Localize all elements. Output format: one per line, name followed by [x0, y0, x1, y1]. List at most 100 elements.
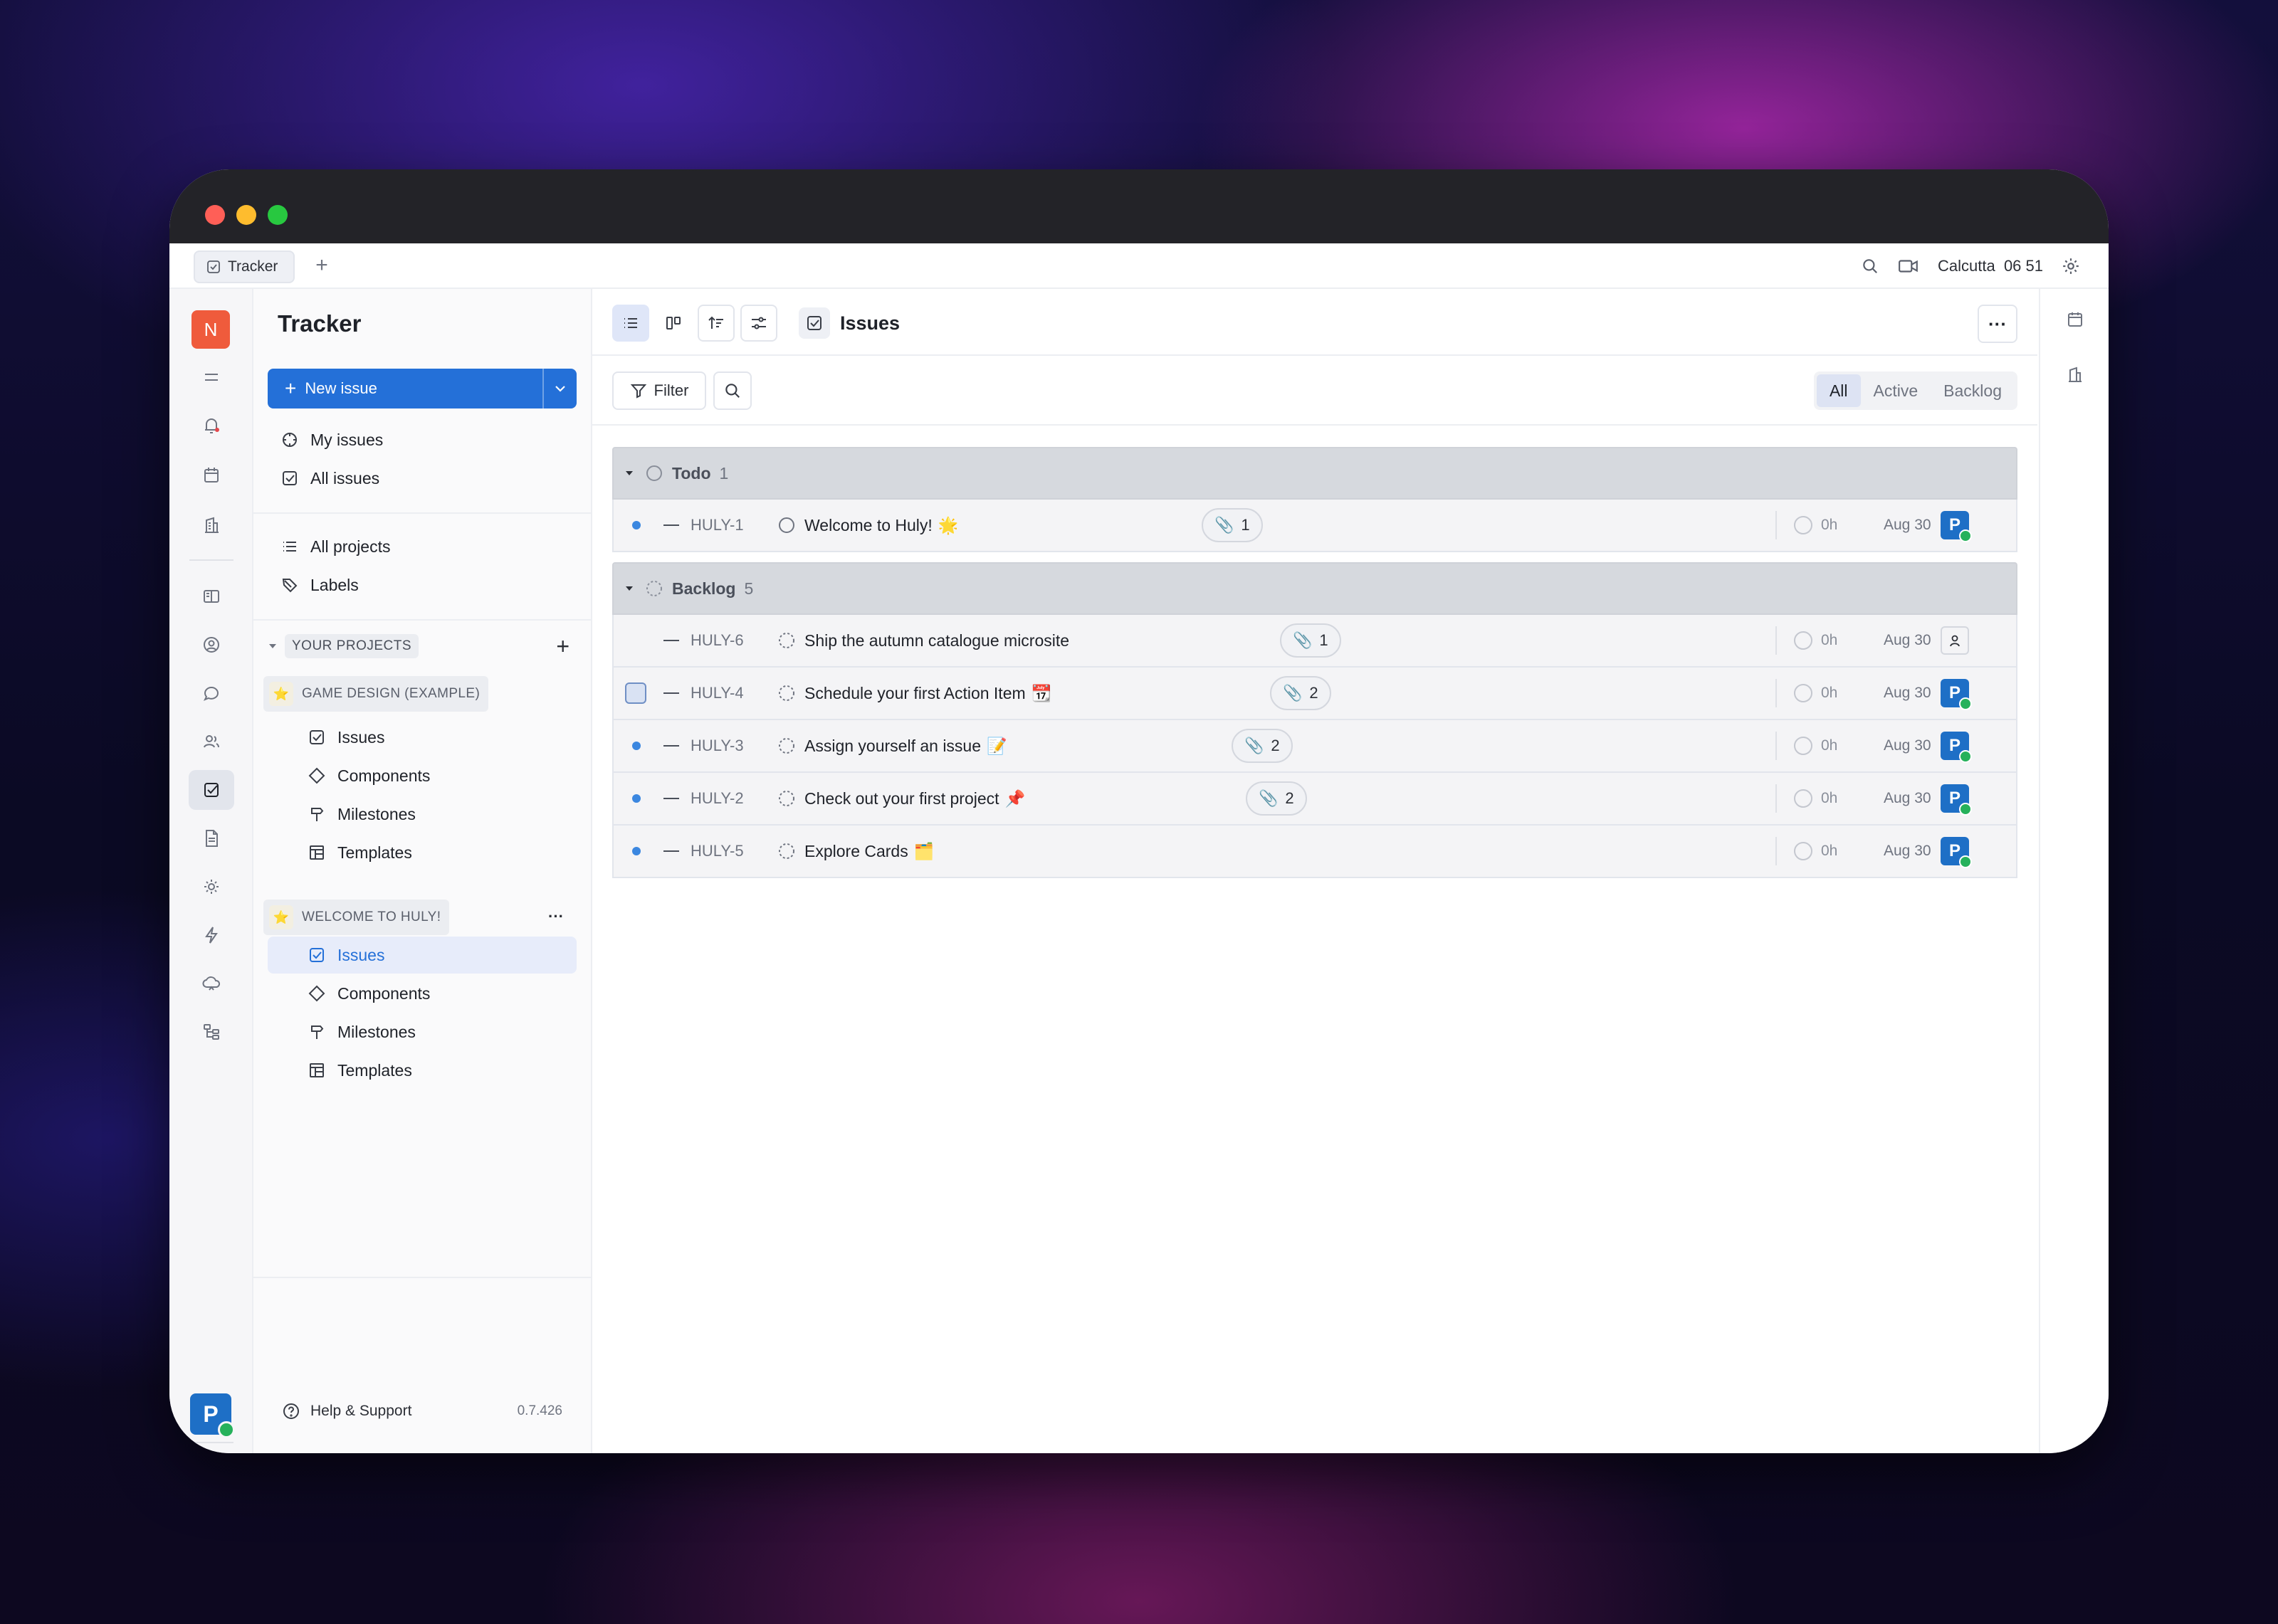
issue-id[interactable]: HULY-5: [691, 826, 744, 877]
attachments-badge[interactable]: 📎 1: [1280, 623, 1341, 658]
group-header-todo[interactable]: Todo 1: [612, 447, 2017, 500]
new-issue-button[interactable]: + New issue: [268, 369, 577, 408]
assignee-avatar[interactable]: P: [1941, 500, 1972, 551]
team-icon[interactable]: [189, 722, 234, 761]
priority-none-icon[interactable]: [663, 720, 681, 771]
issue-row[interactable]: HULY-5 Explore Cards 🗂️ 0h Aug 30 P: [612, 826, 2017, 878]
tracker-icon[interactable]: [189, 770, 234, 810]
priority-none-icon[interactable]: [663, 826, 681, 877]
assignee-avatar[interactable]: [1941, 615, 1969, 666]
filter-button[interactable]: Filter: [612, 371, 706, 410]
caret-down-icon[interactable]: [614, 584, 645, 594]
hierarchy-icon[interactable]: [189, 1012, 234, 1052]
priority-none-icon[interactable]: [663, 773, 681, 824]
workspace-avatar[interactable]: N: [191, 310, 230, 349]
project-game-design[interactable]: ⭐ GAME DESIGN (EXAMPLE): [263, 676, 489, 712]
issue-row[interactable]: HULY-3 Assign yourself an issue 📝 📎 2 0h A…: [612, 720, 2017, 773]
estimation[interactable]: 0h: [1794, 615, 1837, 666]
minimize-window-button[interactable]: [236, 205, 256, 225]
documents-icon[interactable]: [189, 576, 234, 616]
estimation[interactable]: 0h: [1794, 720, 1837, 771]
issue-title[interactable]: Ship the autumn catalogue microsite: [804, 631, 1069, 650]
mode-all[interactable]: All: [1816, 374, 1861, 407]
assignee-avatar[interactable]: P: [1941, 668, 1972, 719]
tab-tracker[interactable]: Tracker: [194, 251, 295, 283]
issue-id[interactable]: HULY-2: [691, 773, 744, 824]
project-issues[interactable]: Issues: [268, 937, 577, 974]
caret-down-icon[interactable]: [614, 468, 645, 478]
nav-labels[interactable]: Labels: [268, 566, 577, 603]
help-support-button[interactable]: Help & Support 0.7.426: [268, 1395, 577, 1428]
priority-none-icon[interactable]: [663, 500, 681, 551]
row-select-checkbox[interactable]: [625, 668, 646, 719]
issue-id[interactable]: HULY-6: [691, 615, 744, 666]
attachments-badge[interactable]: 📎 2: [1270, 676, 1331, 710]
breadcrumb[interactable]: Issues: [799, 305, 900, 342]
office-icon[interactable]: [189, 505, 234, 545]
issue-id[interactable]: HULY-1: [691, 500, 744, 551]
attachments-badge[interactable]: 📎 1: [1202, 508, 1263, 542]
cloud-icon[interactable]: [189, 964, 234, 1003]
lightning-icon[interactable]: [189, 915, 234, 955]
assignee-avatar[interactable]: P: [1941, 826, 1972, 877]
backlog-status-icon[interactable]: [777, 773, 796, 824]
issue-title[interactable]: Check out your first project: [804, 789, 999, 808]
list-view-button[interactable]: [612, 305, 649, 342]
more-options-button[interactable]: ···: [1978, 305, 2017, 343]
bell-icon[interactable]: [189, 406, 234, 445]
project-templates[interactable]: Templates: [268, 1052, 577, 1089]
backlog-status-icon[interactable]: [777, 668, 796, 719]
issue-title[interactable]: Schedule your first Action Item: [804, 684, 1026, 703]
project-milestones[interactable]: Milestones: [268, 796, 577, 833]
search-button[interactable]: [713, 371, 752, 410]
document-icon[interactable]: [189, 818, 234, 858]
contacts-icon[interactable]: [189, 625, 234, 665]
add-project-button[interactable]: +: [556, 633, 570, 659]
attachments-badge[interactable]: 📎 2: [1246, 781, 1307, 816]
backlog-status-icon[interactable]: [777, 720, 796, 771]
maximize-window-button[interactable]: [268, 205, 288, 225]
project-issues[interactable]: Issues: [268, 719, 577, 756]
video-icon[interactable]: [1898, 257, 1919, 275]
estimation[interactable]: 0h: [1794, 668, 1837, 719]
project-more-button[interactable]: ···: [548, 902, 564, 931]
backlog-status-icon[interactable]: [777, 615, 796, 666]
mode-backlog[interactable]: Backlog: [1931, 374, 2015, 407]
estimation[interactable]: 0h: [1794, 773, 1837, 824]
nav-all-issues[interactable]: All issues: [268, 460, 577, 497]
sun-icon[interactable]: [189, 867, 234, 907]
menu-icon[interactable]: [189, 357, 234, 397]
calendar-icon[interactable]: [189, 455, 234, 495]
priority-none-icon[interactable]: [663, 668, 681, 719]
nav-all-projects[interactable]: All projects: [268, 528, 577, 565]
attachments-badge[interactable]: 📎 2: [1232, 729, 1293, 763]
estimation[interactable]: 0h: [1794, 500, 1837, 551]
nav-my-issues[interactable]: My issues: [268, 421, 577, 458]
project-milestones[interactable]: Milestones: [268, 1013, 577, 1050]
sort-button[interactable]: [698, 305, 735, 342]
close-window-button[interactable]: [205, 205, 225, 225]
project-welcome-to-huly[interactable]: ⭐ WELCOME TO HULY!: [263, 900, 450, 935]
backlog-status-icon[interactable]: [777, 826, 796, 877]
gear-icon[interactable]: [2062, 257, 2080, 275]
chat-icon[interactable]: [189, 673, 234, 713]
issue-id[interactable]: HULY-3: [691, 720, 744, 771]
search-icon[interactable]: [1861, 257, 1879, 275]
view-options-button[interactable]: [740, 305, 777, 342]
issue-title[interactable]: Explore Cards: [804, 842, 908, 861]
estimation[interactable]: 0h: [1794, 826, 1837, 877]
project-components[interactable]: Components: [268, 757, 577, 794]
priority-none-icon[interactable]: [663, 615, 681, 666]
todo-status-icon[interactable]: [777, 500, 796, 551]
your-projects-header[interactable]: YOUR PROJECTS: [268, 632, 419, 660]
user-avatar[interactable]: P: [190, 1393, 235, 1438]
office-icon[interactable]: [2066, 366, 2084, 384]
issue-row[interactable]: HULY-4 Schedule your first Action Item 📆 …: [612, 668, 2017, 720]
assignee-avatar[interactable]: P: [1941, 773, 1972, 824]
issue-id[interactable]: HULY-4: [691, 668, 744, 719]
board-view-button[interactable]: [655, 305, 692, 342]
group-header-backlog[interactable]: Backlog 5: [612, 562, 2017, 615]
new-issue-dropdown-button[interactable]: [542, 369, 577, 408]
calendar-icon[interactable]: [2066, 310, 2084, 329]
issue-row[interactable]: HULY-2 Check out your first project 📌 📎 2 …: [612, 773, 2017, 826]
